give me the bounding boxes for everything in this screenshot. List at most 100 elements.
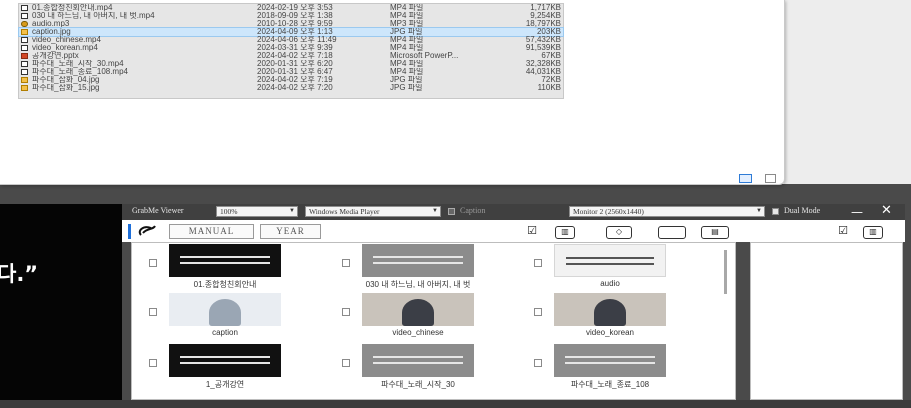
- thumbnail-person: [402, 299, 434, 326]
- file-name: 파수대_노래_종료_108.mp4: [32, 68, 128, 76]
- file-size: 1,717KB: [530, 4, 561, 12]
- chevron-down-icon: ▼: [289, 208, 295, 214]
- thumbnail-panel: 01.종합청친회안내 030 내 하느님, 내 아버지, 내 벗 audio capt…: [131, 242, 736, 400]
- thumbnail-caption: 030 내 하느님, 내 아버지, 내 벗: [365, 280, 471, 289]
- thumbnail-checkbox[interactable]: [534, 359, 542, 367]
- thumbnail-checkbox[interactable]: [149, 308, 157, 316]
- thumbnail-checkbox[interactable]: [534, 259, 542, 267]
- file-type: Microsoft PowerP...: [390, 52, 459, 60]
- jpg-file-icon: [21, 29, 28, 35]
- right-select-all-icon[interactable]: ☑: [833, 225, 853, 239]
- file-row[interactable]: caption.jpg 2024-04-09 오후 1:13 JPG 파일 203KB: [18, 27, 564, 37]
- file-date: 2024-04-02 오후 7:20: [257, 84, 333, 92]
- file-type: MP4 파일: [390, 44, 424, 52]
- file-date: 2020-01-31 오후 6:47: [257, 68, 333, 76]
- file-date: 2024-02-19 오후 3:53: [257, 4, 333, 12]
- file-type: MP4 파일: [390, 4, 424, 12]
- mp4-file-icon: [21, 45, 28, 51]
- file-row[interactable]: 030 내 하느님, 내 아버지, 내 벗.mp4 2018-09-09 오후 1…: [19, 12, 563, 20]
- thumbnail-image[interactable]: [554, 344, 666, 377]
- file-explorer-window: 01.종합청친회안내.mp4 2024-02-19 오후 3:53 MP4 파일 1,…: [0, 0, 785, 185]
- eraser-icon[interactable]: ◇: [606, 226, 632, 239]
- thumbnail-image[interactable]: [362, 244, 474, 277]
- file-date: 2024-04-02 오후 7:19: [257, 76, 333, 84]
- caption-checkbox[interactable]: [448, 208, 455, 215]
- details-view-button[interactable]: [739, 174, 752, 183]
- file-row[interactable]: video_korean.mp4 2024-03-31 오후 9:39 MP4 파일…: [19, 44, 563, 52]
- thumbnail-text-line: [565, 362, 655, 364]
- thumbnail-text-line: [180, 262, 270, 264]
- large-icons-view-button[interactable]: [765, 174, 776, 183]
- thumbnail-caption: caption: [212, 328, 238, 337]
- file-size: 44,031KB: [525, 68, 561, 76]
- file-size: 110KB: [537, 84, 561, 92]
- file-row[interactable]: 파수대_삽화_15.jpg 2024-04-02 오후 7:20 JPG 파일 110…: [19, 84, 563, 92]
- tab-manual[interactable]: MANUAL: [169, 224, 254, 239]
- file-row[interactable]: 파수대_노래_종료_108.mp4 2020-01-31 오후 6:47 MP4 파…: [19, 68, 563, 76]
- grabme-logo: [128, 224, 164, 239]
- file-date: 2024-03-31 오후 9:39: [257, 44, 333, 52]
- file-row[interactable]: 파수대_삽화_04.jpg 2024-04-02 오후 7:19 JPG 파일 72K…: [19, 76, 563, 84]
- zoom-value: 100%: [220, 207, 238, 216]
- thumbnail-image[interactable]: [554, 293, 666, 326]
- minimize-button[interactable]: —: [851, 206, 863, 218]
- thumbnail-image[interactable]: [169, 244, 281, 277]
- file-size: 9,254KB: [530, 12, 561, 20]
- close-button[interactable]: ✕: [881, 204, 892, 217]
- thumbnail-caption: video_chinese: [392, 328, 444, 337]
- jpg-file-icon: [21, 85, 28, 91]
- file-date: 2024-04-06 오후 11:49: [257, 36, 337, 44]
- desktop-background: [784, 0, 911, 184]
- dual-mode-checkbox[interactable]: [772, 208, 779, 215]
- thumbnail-checkbox[interactable]: [342, 259, 350, 267]
- file-date: 2024-04-09 오후 1:13: [257, 28, 333, 36]
- thumbnail-image[interactable]: [362, 344, 474, 377]
- file-row[interactable]: video_chinese.mp4 2024-04-06 오후 11:49 MP4 …: [19, 36, 563, 44]
- chevron-down-icon: ▼: [432, 208, 438, 214]
- file-name: 파수대_삽화_15.jpg: [32, 84, 100, 92]
- right-delete-icon[interactable]: ▥: [863, 226, 883, 239]
- thumbnail-checkbox[interactable]: [342, 308, 350, 316]
- file-row[interactable]: 공개강연.pptx 2024-04-02 오후 7:18 Microsoft Pow…: [19, 52, 563, 60]
- select-all-icon[interactable]: ☑: [522, 225, 542, 239]
- thumbnail-image[interactable]: [362, 293, 474, 326]
- file-name: 01.종합청친회안내.mp4: [32, 4, 113, 12]
- save-icon[interactable]: ▤: [701, 226, 729, 239]
- video-caption-text: 다.”: [0, 262, 39, 286]
- file-name: video_chinese.mp4: [32, 36, 101, 44]
- thumbnail-image[interactable]: [554, 244, 666, 277]
- mp4-file-icon: [21, 37, 28, 43]
- pptx-file-icon: [21, 53, 28, 59]
- delete-icon[interactable]: ▥: [555, 226, 575, 239]
- file-name: 파수대_노래_시작_30.mp4: [32, 60, 124, 68]
- caption-label: Caption: [460, 206, 486, 215]
- screen-icon[interactable]: [658, 226, 686, 239]
- tab-year[interactable]: YEAR: [260, 224, 321, 239]
- thumbnail-image[interactable]: [169, 293, 281, 326]
- file-date: 2010-10-28 오후 9:59: [257, 20, 333, 28]
- thumbnail-person: [594, 299, 626, 326]
- thumbnail-checkbox[interactable]: [534, 308, 542, 316]
- file-row[interactable]: 01.종합청친회안내.mp4 2024-02-19 오후 3:53 MP4 파일 1,…: [19, 4, 563, 12]
- file-row[interactable]: 파수대_노래_시작_30.mp4 2020-01-31 오후 6:20 MP4 파일…: [19, 60, 563, 68]
- thumbnail-text-line: [373, 256, 463, 258]
- zoom-select[interactable]: 100% ▼: [216, 206, 298, 217]
- file-row[interactable]: audio.mp3 2010-10-28 오후 9:59 MP3 파일 18,797K…: [19, 20, 563, 28]
- file-type: MP4 파일: [390, 60, 424, 68]
- thumbnail-caption: 01.종합청친회안내: [193, 280, 257, 289]
- monitor-select[interactable]: Monitor 2 (2560x1440) ▼: [569, 206, 765, 217]
- video-preview: 다.”: [0, 204, 122, 400]
- player-select[interactable]: Windows Media Player ▼: [305, 206, 441, 217]
- thumbnail-checkbox[interactable]: [149, 359, 157, 367]
- file-type: JPG 파일: [390, 84, 423, 92]
- thumbnail-image[interactable]: [169, 344, 281, 377]
- thumbnail-text-line: [373, 362, 463, 364]
- thumbnail-checkbox[interactable]: [342, 359, 350, 367]
- file-name: 030 내 하느님, 내 아버지, 내 벗.mp4: [32, 12, 155, 20]
- mp4-file-icon: [21, 61, 28, 67]
- thumbnail-text-line: [180, 362, 270, 364]
- thumbnail-text-line: [373, 262, 463, 264]
- thumbnail-checkbox[interactable]: [149, 259, 157, 267]
- thumbnail-caption: 파수대_노래_시작_30: [381, 380, 455, 389]
- thumbnail-scrollbar[interactable]: [724, 250, 727, 294]
